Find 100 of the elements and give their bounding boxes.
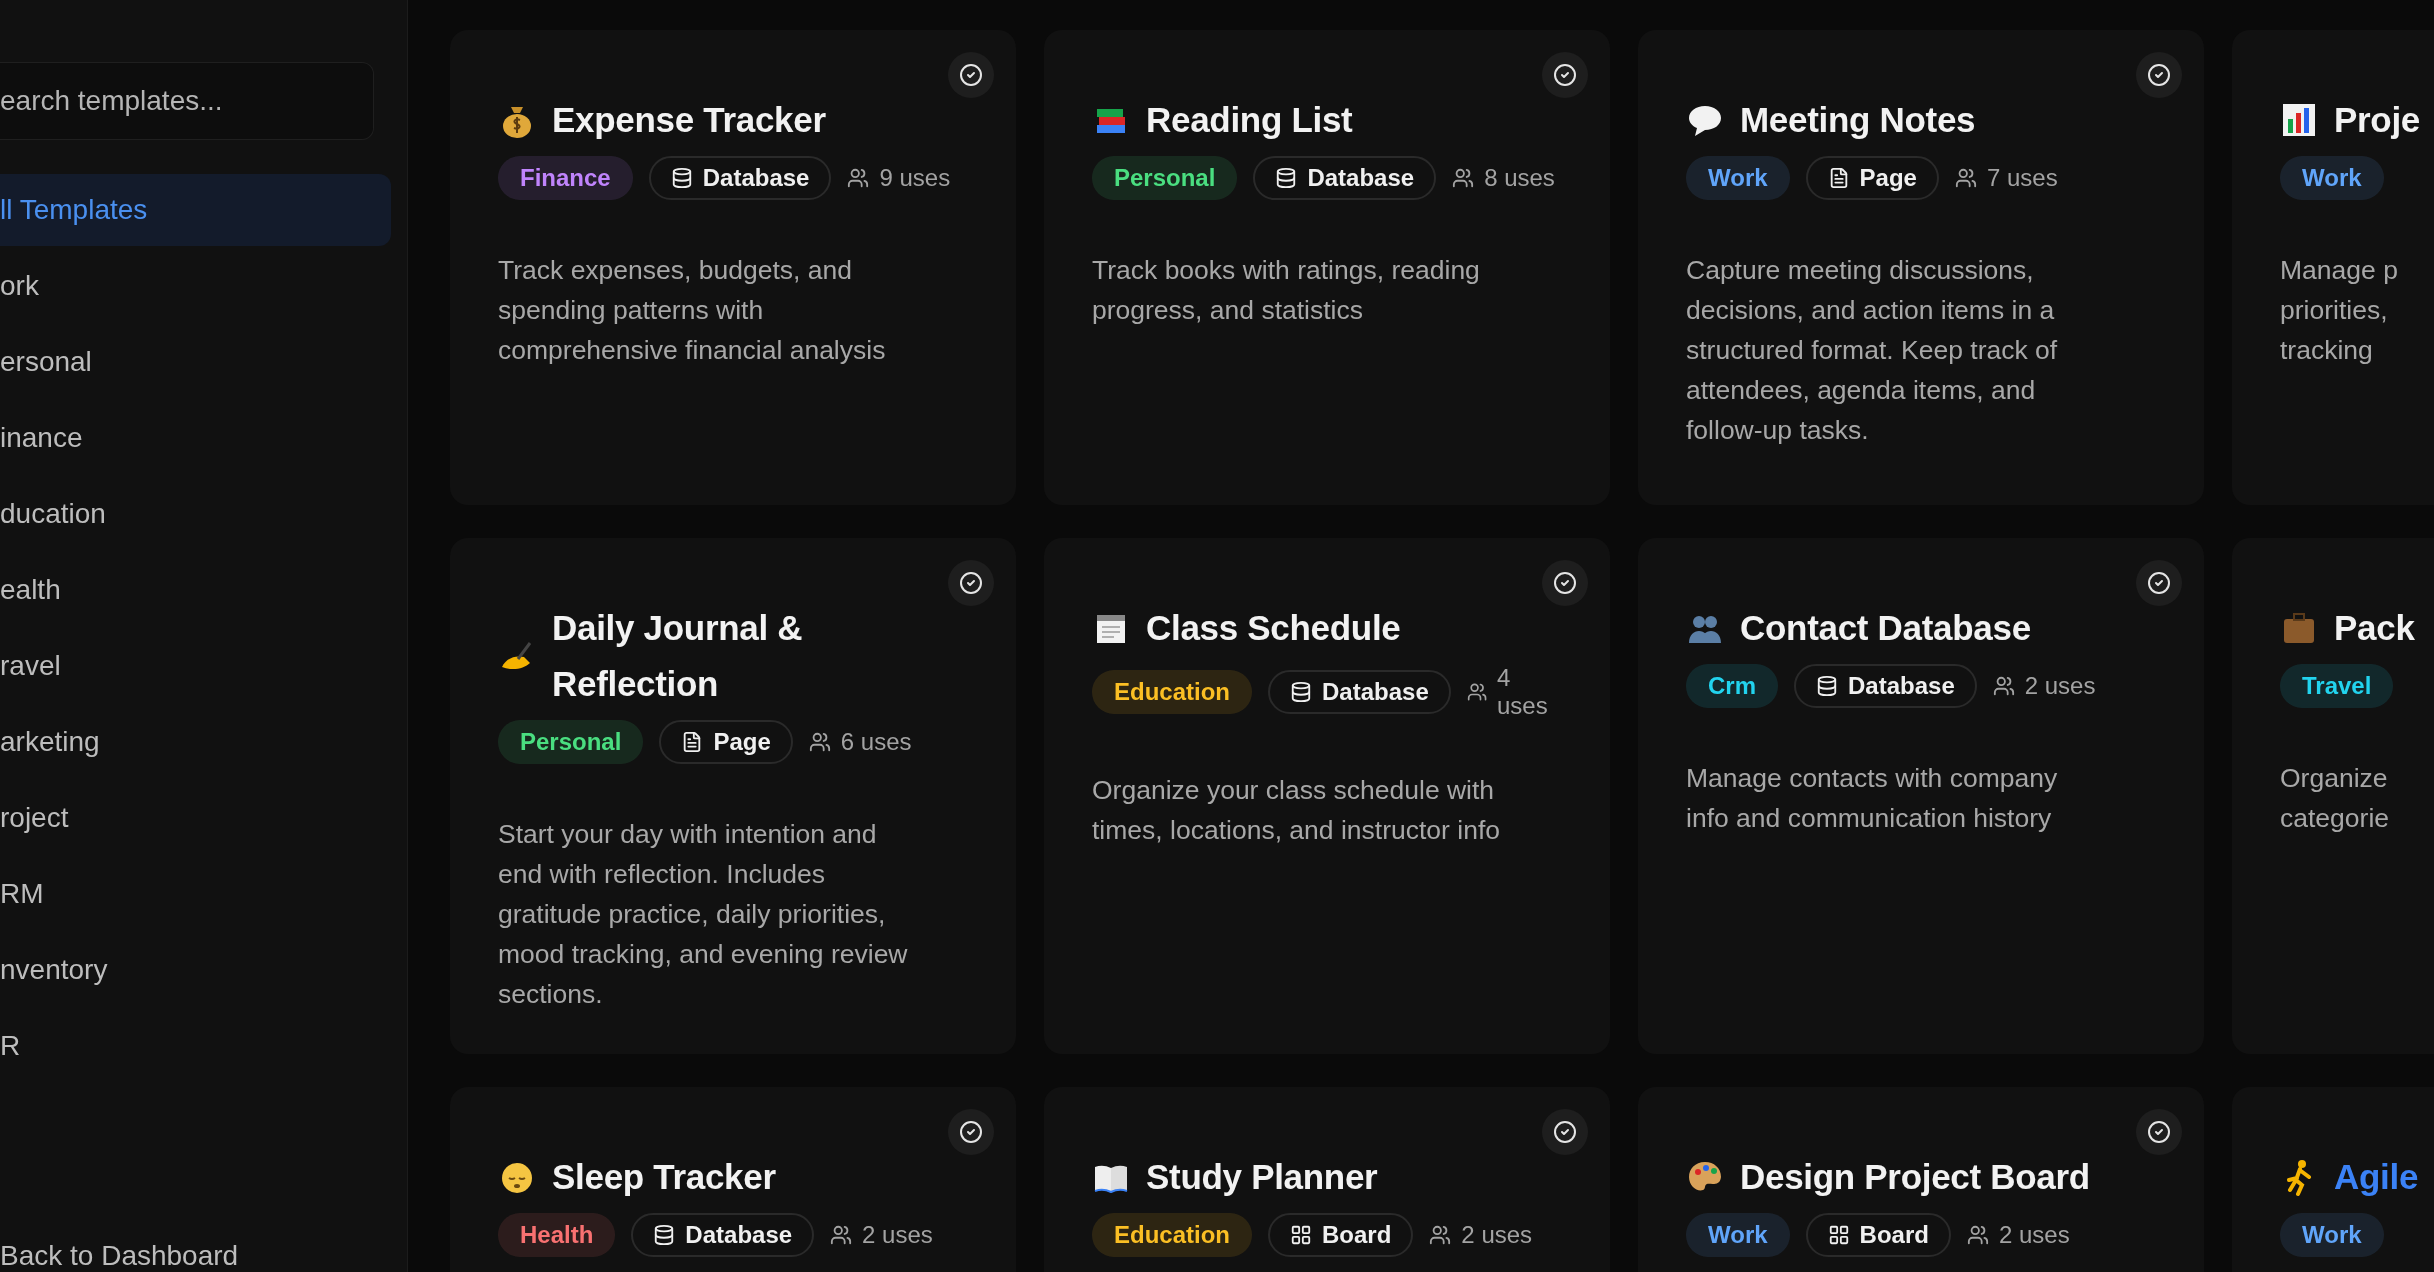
check-circle-icon[interactable] xyxy=(2136,1109,2182,1155)
usage-count: 2 uses xyxy=(2024,672,2096,700)
card-title: Proje xyxy=(2334,99,2421,141)
sidebar-item[interactable]: R xyxy=(0,1010,391,1082)
template-card[interactable]: Pack Travel Organize categorie xyxy=(2232,538,2434,1054)
sidebar-item[interactable]: ealth xyxy=(0,554,391,626)
search-field[interactable]: earch templates... xyxy=(0,62,374,140)
card-description: Capture meeting discussions, decisions, and action items in a structured format. Keep track of attendees, agenda items, and follow-up tasks. xyxy=(1686,254,2059,447)
usage-count: 2 uses xyxy=(1998,1221,2070,1249)
sidebar-item[interactable]: inance xyxy=(0,402,391,474)
type-tag: Database xyxy=(1253,156,1437,200)
check-circle-icon[interactable] xyxy=(2136,52,2182,98)
check-circle-icon[interactable] xyxy=(1542,560,1588,606)
type-tag: Page xyxy=(1805,156,1939,200)
card-description: Track books with ratings, reading progress, and statistics xyxy=(1092,254,1481,327)
check-circle-icon[interactable] xyxy=(948,560,994,606)
card-title: Study Planner xyxy=(1146,1156,1378,1198)
users-icon xyxy=(1429,1224,1452,1246)
card-title: Design Project Board xyxy=(1740,1156,2090,1198)
check-circle-icon[interactable] xyxy=(1542,1109,1588,1155)
card-description: Track expenses, budgets, and spending patterns with comprehensive financial analysis xyxy=(498,254,887,367)
usage-count: 2 uses xyxy=(862,1221,933,1249)
grid-icon xyxy=(1290,1224,1312,1246)
category-tag: Education xyxy=(1092,1213,1252,1257)
type-tag: Board xyxy=(1268,1213,1414,1257)
category-tag: Travel xyxy=(2280,664,2394,708)
card-title: Agile xyxy=(2334,1156,2419,1198)
category-tag: Work xyxy=(2280,156,2384,200)
card-description: Organize your class schedule with times, locations, and instructor info xyxy=(1092,774,1501,847)
category-tag: Work xyxy=(1686,156,1790,200)
card-title: Sleep Tracker xyxy=(552,1156,776,1198)
sidebar-item[interactable]: ravel xyxy=(0,630,391,702)
template-card[interactable]: Proje Work Manage p priorities, tracking xyxy=(2232,30,2434,505)
template-card[interactable]: Daily Journal & Reflection Personal Page 6 uses Start your day with intention and end with reflection. Includes gratitude practice, daily priorities, mood tracking, and evening review sections. xyxy=(450,538,1016,1054)
users-icon xyxy=(830,1224,853,1246)
category-tag: Work xyxy=(1686,1213,1790,1257)
check-circle-icon[interactable] xyxy=(1542,52,1588,98)
card-title: Meeting Notes xyxy=(1740,99,1976,141)
sidebar-item[interactable]: ducation xyxy=(0,478,391,550)
category-tag: Finance xyxy=(498,156,633,200)
template-card[interactable]: Meeting Notes Work Page 7 uses Capture meeting discussions, decisions, and action items in a structured format. Keep track of attendees, agenda items, and follow-up tasks. xyxy=(1638,30,2204,505)
category-tag: Personal xyxy=(498,720,644,764)
users-icon xyxy=(1992,675,2015,697)
card-description: Manage contacts with company info and communication history xyxy=(1686,762,2059,835)
type-tag: Database xyxy=(631,1213,815,1257)
sidebar-item[interactable]: ersonal xyxy=(0,326,391,398)
category-tag: Personal xyxy=(1092,156,1238,200)
sidebar-item[interactable]: nventory xyxy=(0,934,391,1006)
type-tag: Database xyxy=(1794,664,1977,708)
sidebar-item[interactable]: roject xyxy=(0,782,391,854)
category-tag: Work xyxy=(2280,1213,2384,1257)
template-card[interactable]: Sleep Tracker Health Database 2 uses xyxy=(450,1087,1016,1272)
usage-count: 8 uses xyxy=(1484,164,1555,192)
card-title: Contact Database xyxy=(1740,607,2031,649)
card-title: Expense Tracker xyxy=(552,99,826,141)
type-tag: Database xyxy=(648,156,832,200)
users-icon xyxy=(1452,167,1475,189)
sidebar-item[interactable]: arketing xyxy=(0,706,391,778)
check-circle-icon[interactable] xyxy=(2136,560,2182,606)
template-card[interactable]: Agile Work xyxy=(2232,1087,2434,1272)
usage-count: 9 uses xyxy=(879,164,951,192)
database-icon xyxy=(1816,675,1838,697)
card-description: Organize categorie xyxy=(2280,762,2390,835)
card-title: Pack xyxy=(2334,607,2415,649)
template-card[interactable]: Contact Database Crm Database 2 uses Manage contacts with company info and communication history xyxy=(1638,538,2204,1054)
database-icon xyxy=(653,1224,676,1246)
users-icon xyxy=(847,167,870,189)
sidebar-item[interactable]: RM xyxy=(0,858,391,930)
template-card[interactable]: Class Schedule Education Database 4 uses Organize your class schedule with times, locations, and instructor info xyxy=(1044,538,1610,1054)
template-card[interactable]: Design Project Board Work Board 2 uses xyxy=(1638,1087,2204,1272)
check-circle-icon[interactable] xyxy=(948,52,994,98)
template-card[interactable]: Reading List Personal Database 8 uses Track books with ratings, reading progress, and statistics xyxy=(1044,30,1610,505)
card-title: Class Schedule xyxy=(1146,607,1401,649)
type-tag: Board xyxy=(1805,1213,1951,1257)
back-to-dashboard-link[interactable]: Back to Dashboard xyxy=(0,1241,239,1272)
template-card[interactable]: Expense Tracker Finance Database 9 uses Track expenses, budgets, and spending patterns with comprehensive financial analysis xyxy=(450,30,1016,505)
database-icon xyxy=(670,167,693,189)
card-title: Reading List xyxy=(1146,99,1353,141)
database-icon xyxy=(1290,681,1312,703)
card-description: Manage p priorities, tracking xyxy=(2280,254,2399,367)
users-icon xyxy=(808,731,831,753)
category-tag: Health xyxy=(498,1213,616,1257)
card-description: Start your day with intention and end with reflection. Includes gratitude practice, daily priorities, mood tracking, and evening review sections. xyxy=(498,818,909,1011)
sidebar-item[interactable]: ork xyxy=(0,250,391,322)
usage-count: 2 uses xyxy=(1461,1221,1533,1249)
database-icon xyxy=(1275,167,1298,189)
check-circle-icon[interactable] xyxy=(948,1109,994,1155)
users-icon xyxy=(1466,681,1487,703)
sidebar-item[interactable]: ll Templates xyxy=(0,174,391,246)
users-icon xyxy=(1954,167,1977,189)
bar-chart-icon xyxy=(2280,101,2318,139)
type-tag: Page xyxy=(659,720,793,764)
grid-icon xyxy=(1827,1224,1850,1246)
category-tag: Crm xyxy=(1686,664,1778,708)
usage-count: 4 uses xyxy=(1497,664,1549,720)
usage-count: 6 uses xyxy=(840,728,912,756)
type-tag: Database xyxy=(1268,670,1451,714)
users-icon xyxy=(1966,1224,1989,1246)
template-card[interactable]: Study Planner Education Board 2 uses xyxy=(1044,1087,1610,1272)
card-title: Daily Journal & Reflection xyxy=(552,607,804,705)
